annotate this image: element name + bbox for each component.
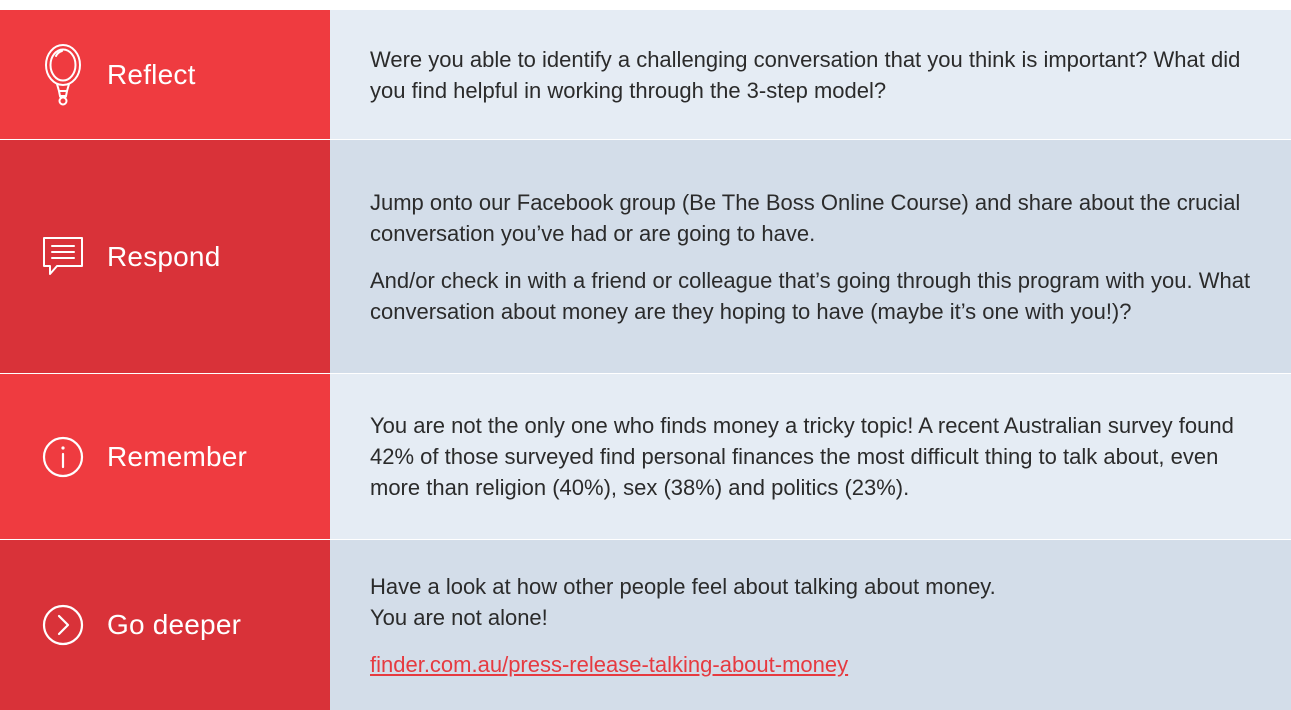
label-cell-remember: Remember [0,374,330,539]
info-icon [35,425,91,489]
respond-paragraph-2: And/or check in with a friend or colleag… [370,267,1251,324]
row-label: Respond [107,240,221,272]
respond-paragraph-1: Jump onto our Facebook group (Be The Bos… [370,189,1241,246]
content-cell-respond: Jump onto our Facebook group (Be The Bos… [330,140,1291,373]
go-deeper-line-1: Have a look at how other people feel abo… [370,573,996,599]
link-paragraph: finder.com.au/press-release-talking-abou… [370,649,1271,680]
chat-bubble-icon [35,225,91,289]
label-cell-go-deeper: Go deeper [0,540,330,710]
row-reflect: Reflect Were you able to identify a chal… [0,10,1291,140]
row-label: Go deeper [107,609,242,640]
finder-article-link[interactable]: finder.com.au/press-release-talking-abou… [370,652,848,677]
reflection-table: Reflect Were you able to identify a chal… [0,10,1291,710]
go-deeper-paragraph: Have a look at how other people feel abo… [370,571,1271,633]
content-cell-remember: You are not the only one who finds money… [330,374,1291,539]
reflect-paragraph: Were you able to identify a challenging … [370,46,1241,103]
row-go-deeper: Go deeper Have a look at how other peopl… [0,540,1291,710]
chevron-right-circle-icon [35,593,91,657]
row-remember: Remember You are not the only one who fi… [0,374,1291,540]
remember-paragraph: You are not the only one who finds money… [370,413,1234,500]
row-label: Remember [107,440,248,472]
content-cell-go-deeper: Have a look at how other people feel abo… [330,540,1291,710]
row-label: Reflect [107,58,196,90]
label-cell-reflect: Reflect [0,10,330,139]
label-cell-respond: Respond [0,140,330,373]
go-deeper-line-2: You are not alone! [370,604,548,630]
mirror-icon [35,43,91,107]
row-respond: Respond Jump onto our Facebook group (Be… [0,140,1291,374]
content-cell-reflect: Were you able to identify a challenging … [330,10,1291,139]
